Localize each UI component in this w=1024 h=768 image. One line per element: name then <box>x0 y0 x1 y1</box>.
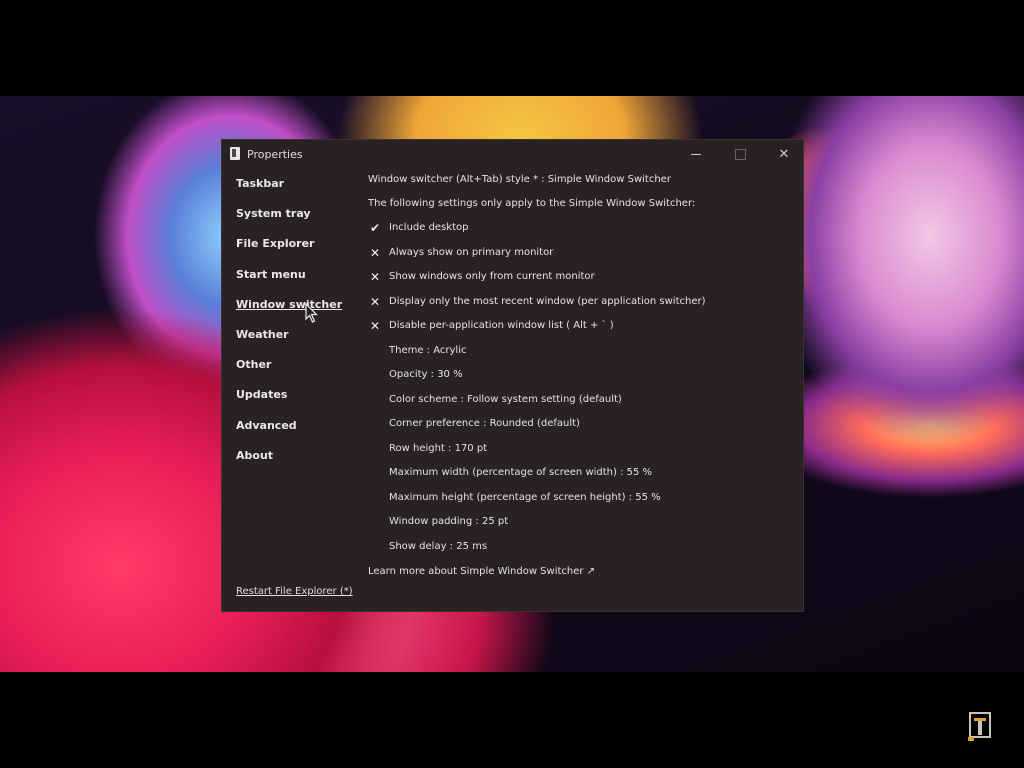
sidebar-item-other[interactable]: Other <box>236 357 342 387</box>
sidebar-item-label: Start menu <box>236 267 306 281</box>
learn-more-link[interactable]: Learn more about Simple Window Switcher … <box>368 566 595 577</box>
x-icon: ✕ <box>369 270 381 284</box>
setting-color-scheme[interactable]: Color scheme : Follow system setting (de… <box>389 394 622 405</box>
option-label: Disable per-application window list ( Al… <box>389 320 614 331</box>
sidebar: Taskbar System tray File Explorer Start … <box>236 176 342 478</box>
minimize-button[interactable] <box>674 140 718 170</box>
sidebar-item-label: Advanced <box>236 418 297 432</box>
x-icon: ✕ <box>369 246 381 260</box>
sidebar-item-file-explorer[interactable]: File Explorer <box>236 236 342 266</box>
maximize-button[interactable] <box>718 140 762 170</box>
switcher-style-setting[interactable]: Window switcher (Alt+Tab) style * : Simp… <box>368 174 671 185</box>
sidebar-item-label: About <box>236 448 274 462</box>
setting-theme[interactable]: Theme : Acrylic <box>389 345 466 356</box>
setting-corner-preference[interactable]: Corner preference : Rounded (default) <box>389 418 580 429</box>
minimize-icon <box>691 154 701 155</box>
properties-window: Properties ✕ Taskbar System tray File Ex… <box>221 139 804 612</box>
window-title: Properties <box>247 148 303 161</box>
app-icon <box>230 147 240 160</box>
setting-opacity[interactable]: Opacity : 30 % <box>389 369 463 380</box>
sidebar-item-advanced[interactable]: Advanced <box>236 418 342 448</box>
option-always-show-primary-monitor[interactable]: ✕ Always show on primary monitor <box>368 246 554 260</box>
sidebar-item-label: Other <box>236 358 272 372</box>
option-label: Include desktop <box>389 222 469 233</box>
sidebar-item-system-tray[interactable]: System tray <box>236 206 342 236</box>
option-most-recent-window[interactable]: ✕ Display only the most recent window (p… <box>368 295 706 309</box>
sidebar-item-taskbar[interactable]: Taskbar <box>236 176 342 206</box>
x-icon: ✕ <box>369 295 381 309</box>
sidebar-item-label: File Explorer <box>236 237 315 251</box>
option-disable-per-app-list[interactable]: ✕ Disable per-application window list ( … <box>368 319 614 333</box>
option-label: Show windows only from current monitor <box>389 271 595 282</box>
sidebar-item-start-menu[interactable]: Start menu <box>236 267 342 297</box>
option-current-monitor-only[interactable]: ✕ Show windows only from current monitor <box>368 270 595 284</box>
sidebar-item-label: Window switcher <box>236 297 343 311</box>
option-include-desktop[interactable]: ✔ Include desktop <box>368 221 469 235</box>
setting-maximum-width[interactable]: Maximum width (percentage of screen widt… <box>389 467 652 478</box>
sidebar-item-weather[interactable]: Weather <box>236 327 342 357</box>
title-bar[interactable]: Properties ✕ <box>222 140 803 170</box>
sidebar-item-about[interactable]: About <box>236 448 342 478</box>
sidebar-item-window-switcher[interactable]: Window switcher <box>236 297 342 327</box>
sidebar-item-updates[interactable]: Updates <box>236 387 342 417</box>
setting-row-height[interactable]: Row height : 170 pt <box>389 443 487 454</box>
option-label: Always show on primary monitor <box>389 247 554 258</box>
settings-note: The following settings only apply to the… <box>368 198 696 209</box>
channel-logo-icon <box>966 709 996 743</box>
x-icon: ✕ <box>369 319 381 333</box>
sidebar-item-label: Weather <box>236 327 289 341</box>
setting-window-padding[interactable]: Window padding : 25 pt <box>389 516 508 527</box>
check-icon: ✔ <box>369 221 381 235</box>
sidebar-item-label: Updates <box>236 388 288 402</box>
option-label: Display only the most recent window (per… <box>389 296 706 307</box>
setting-maximum-height[interactable]: Maximum height (percentage of screen hei… <box>389 492 661 503</box>
sidebar-item-label: Taskbar <box>236 177 285 190</box>
close-icon: ✕ <box>778 147 790 162</box>
close-button[interactable]: ✕ <box>762 140 806 170</box>
maximize-icon <box>734 149 746 160</box>
restart-file-explorer-link[interactable]: Restart File Explorer (*) <box>236 586 353 597</box>
sidebar-item-label: System tray <box>236 207 311 221</box>
setting-show-delay[interactable]: Show delay : 25 ms <box>389 541 487 552</box>
